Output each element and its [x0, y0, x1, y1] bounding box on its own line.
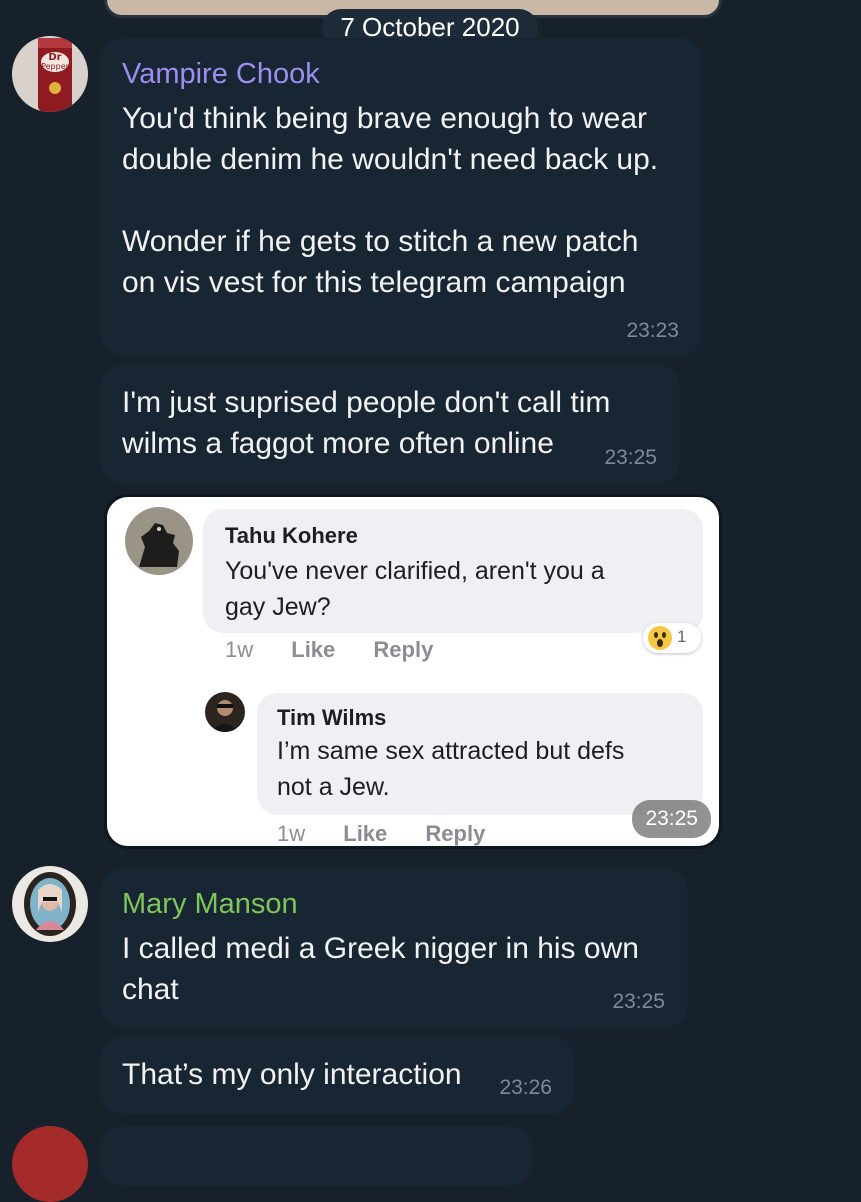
sender-name[interactable]: Mary Manson — [122, 888, 298, 921]
message-bubble[interactable]: I'm just suprised people don't call tim … — [101, 364, 679, 484]
message-text: I called medi a Greek nigger in his own … — [122, 932, 639, 1006]
godzilla-avatar-icon — [125, 507, 193, 575]
comment-like: Like — [291, 637, 336, 662]
reaction-count: 1 — [677, 627, 687, 646]
tahu-kohere-avatar — [125, 507, 193, 575]
avatar[interactable] — [12, 1126, 88, 1202]
comment-meta: 1w Like Reply — [225, 637, 433, 663]
message-text: I'm just suprised people don't call tim … — [122, 386, 611, 460]
person-photo-avatar-icon — [205, 692, 245, 732]
message-bubble[interactable] — [101, 1126, 531, 1186]
message-bubble[interactable]: Vampire Chook You'd think being brave en… — [101, 38, 701, 356]
image-time-badge: 23:25 — [632, 800, 711, 838]
reaction-pill: 1 — [643, 623, 701, 653]
svg-text:Pepper: Pepper — [41, 62, 70, 71]
message-bubble[interactable]: Mary Manson I called medi a Greek nigger… — [101, 868, 687, 1028]
comment-meta: 1w Like Reply — [277, 821, 486, 846]
message-time: 23:23 — [626, 319, 679, 342]
comment-bubble: Tahu Kohere You've never clarified, aren… — [203, 509, 703, 633]
avatar[interactable]: Dr Pepper — [12, 36, 88, 112]
message-bubble[interactable]: That’s my only interaction 23:26 — [101, 1036, 574, 1114]
message-time: 23:25 — [612, 990, 665, 1013]
tim-wilms-avatar — [205, 692, 245, 732]
comment-ago: 1w — [225, 637, 254, 662]
comment-reply: Reply — [425, 821, 486, 846]
wow-reaction-icon — [648, 626, 672, 650]
comment-text: You've never clarified, aren't you a gay… — [225, 557, 605, 621]
dr-pepper-can-avatar-icon: Dr Pepper — [12, 36, 88, 112]
message-text: You'd think being brave enough to wear d… — [122, 102, 659, 299]
comment-bubble: Tim Wilms I’m same sex attracted but def… — [257, 693, 703, 815]
comment-text: I’m same sex attracted but defs not a Je… — [277, 737, 625, 801]
comment-reply: Reply — [373, 637, 434, 662]
comment-author: Tim Wilms — [277, 705, 387, 730]
comment-ago: 1w — [277, 821, 306, 846]
sender-name[interactable]: Vampire Chook — [122, 58, 320, 91]
framed-portrait-avatar-icon — [12, 866, 88, 942]
message-time: 23:25 — [604, 446, 657, 469]
message-text: That’s my only interaction — [122, 1058, 462, 1091]
image-message[interactable]: Tahu Kohere You've never clarified, aren… — [104, 494, 722, 849]
comment-author: Tahu Kohere — [225, 523, 358, 548]
comment-like: Like — [343, 821, 388, 846]
avatar[interactable] — [12, 866, 88, 942]
message-time: 23:26 — [499, 1076, 552, 1099]
